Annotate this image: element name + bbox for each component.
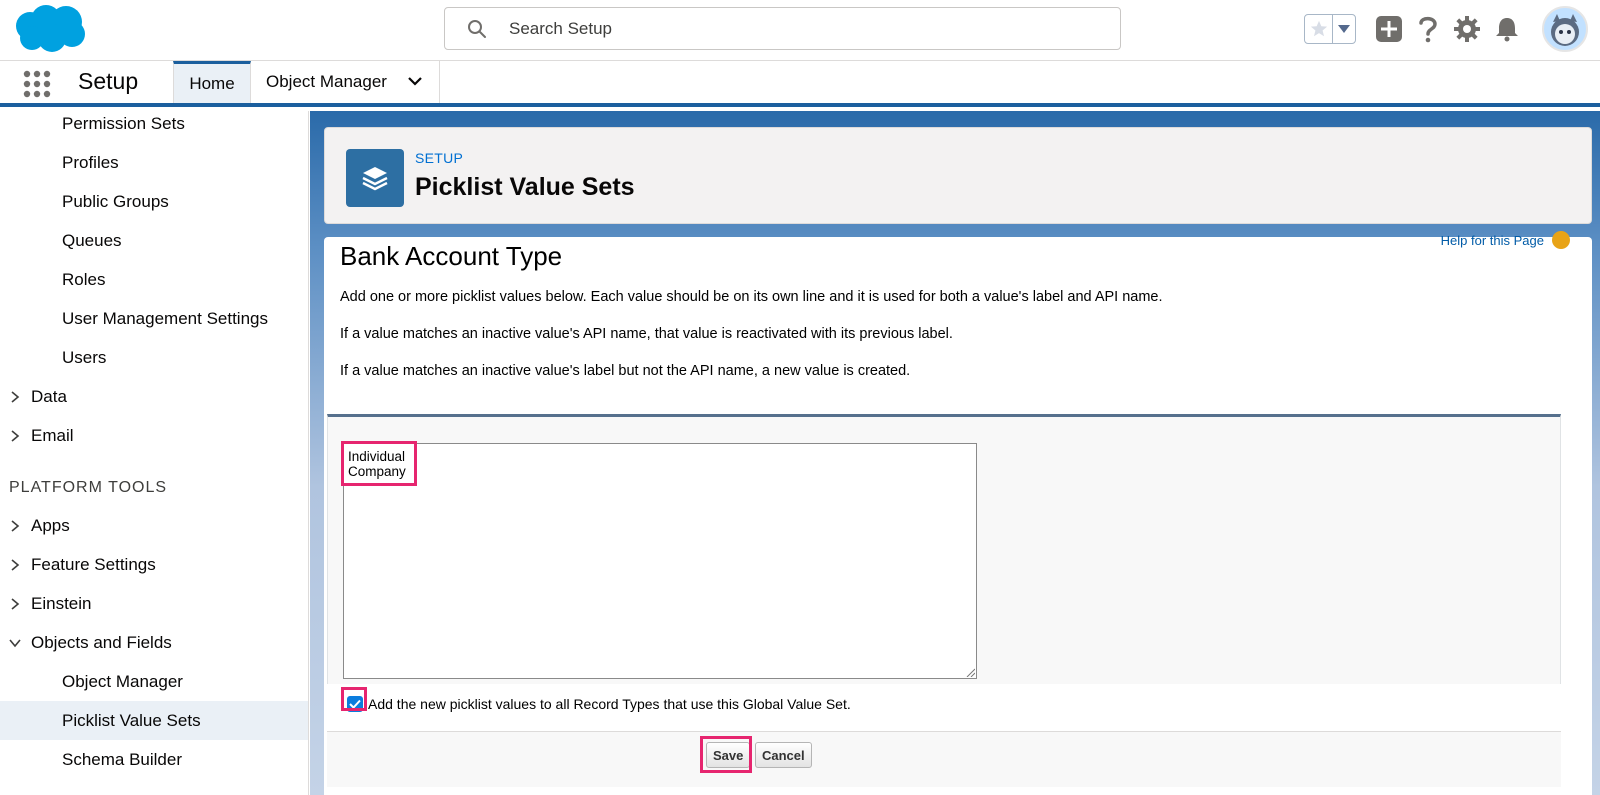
- search-input[interactable]: [509, 8, 1109, 49]
- favorites-caret-icon[interactable]: [1333, 15, 1355, 43]
- tab-object-manager-label: Object Manager: [266, 72, 387, 91]
- picklist-values-textarea[interactable]: Individual Company: [343, 443, 977, 679]
- content-area: SETUP Picklist Value Sets Bank Account T…: [310, 111, 1600, 795]
- app-name: Setup: [78, 68, 139, 94]
- search-box[interactable]: [444, 7, 1121, 50]
- values-highlight-box: [341, 441, 417, 486]
- sidebar-item-label: Queues: [62, 230, 122, 250]
- sidebar-item-apps[interactable]: Apps: [0, 506, 308, 545]
- chevron-right-icon[interactable]: [8, 390, 22, 404]
- sidebar-item-schema-builder[interactable]: Schema Builder: [0, 740, 308, 779]
- save-highlight-box: [700, 736, 752, 773]
- sidebar-item-public-groups[interactable]: Public Groups: [0, 182, 308, 221]
- tab-home[interactable]: Home: [173, 61, 251, 103]
- checkbox-highlight-box: [341, 687, 367, 711]
- user-avatar[interactable]: [1542, 6, 1588, 52]
- chevron-right-icon[interactable]: [8, 429, 22, 443]
- sidebar-item-label: Picklist Value Sets: [62, 710, 201, 730]
- sidebar-item-label: Objects and Fields: [31, 632, 172, 652]
- sidebar-item-label: Profiles: [62, 152, 119, 172]
- global-add-icon[interactable]: [1374, 14, 1404, 44]
- chevron-down-icon[interactable]: [407, 75, 423, 87]
- notifications-bell-icon[interactable]: [1492, 14, 1522, 44]
- sidebar-item-label: Roles: [62, 269, 106, 289]
- app-launcher-icon[interactable]: [22, 69, 52, 99]
- setup-sidebar: Permission Sets Profiles Public Groups Q…: [0, 111, 309, 795]
- resize-handle-icon[interactable]: [965, 667, 975, 677]
- sidebar-item-permission-sets[interactable]: Permission Sets: [0, 111, 308, 143]
- sidebar-item-users[interactable]: Users: [0, 338, 308, 377]
- picklist-entry-form: Individual Company Add the new picklist …: [327, 414, 1561, 712]
- sidebar-item-objects-and-fields[interactable]: Objects and Fields: [0, 623, 308, 662]
- sidebar-item-label: Einstein: [31, 593, 92, 613]
- chevron-right-icon[interactable]: [8, 519, 22, 533]
- tab-home-label: Home: [189, 73, 235, 93]
- salesforce-cloud-logo[interactable]: [14, 4, 86, 54]
- sidebar-item-label: Apps: [31, 515, 70, 535]
- sidebar-item-feature-settings[interactable]: Feature Settings: [0, 545, 308, 584]
- record-types-checkbox-row: Add the new picklist values to all Recor…: [343, 693, 851, 715]
- page-header: SETUP Picklist Value Sets: [324, 127, 1592, 224]
- app-navigation-bar: Setup Home Object Manager: [0, 61, 1600, 107]
- page-eyebrow[interactable]: SETUP: [415, 150, 463, 166]
- sidebar-item-label: User Management Settings: [62, 308, 268, 328]
- instruction-text-2: If a value matches an inactive value's A…: [340, 326, 953, 342]
- stacked-layers-icon: [346, 149, 404, 207]
- sidebar-item-roles[interactable]: Roles: [0, 260, 308, 299]
- sidebar-item-label: Permission Sets: [62, 113, 185, 133]
- sidebar-item-label: Object Manager: [62, 671, 183, 691]
- cancel-button[interactable]: Cancel: [755, 742, 812, 768]
- chevron-right-icon[interactable]: [8, 558, 22, 572]
- favorites-control[interactable]: [1304, 14, 1356, 44]
- help-question-icon[interactable]: [1552, 231, 1570, 249]
- sidebar-item-queues[interactable]: Queues: [0, 221, 308, 260]
- tab-object-manager[interactable]: Object Manager: [251, 61, 440, 103]
- help-icon[interactable]: [1413, 14, 1443, 44]
- help-for-this-page-link[interactable]: Help for this Page: [1441, 233, 1544, 248]
- record-types-checkbox-label: Add the new picklist values to all Recor…: [368, 696, 851, 712]
- setup-gear-icon[interactable]: [1452, 14, 1482, 44]
- sidebar-item-label: Schema Builder: [62, 749, 183, 769]
- sidebar-item-picklist-value-sets[interactable]: Picklist Value Sets: [0, 701, 308, 740]
- sidebar-item-email[interactable]: Email: [0, 416, 308, 455]
- picklist-set-title: Bank Account Type: [340, 241, 563, 271]
- sidebar-item-object-manager[interactable]: Object Manager: [0, 662, 308, 701]
- sidebar-item-user-management-settings[interactable]: User Management Settings: [0, 299, 308, 338]
- sidebar-item-label: Email: [31, 425, 74, 445]
- favorites-star-icon[interactable]: [1305, 15, 1334, 43]
- sidebar-item-data[interactable]: Data: [0, 377, 308, 416]
- sidebar-section-platform-tools: PLATFORM TOOLS: [9, 479, 168, 496]
- button-bar: Save Cancel: [327, 731, 1561, 787]
- sidebar-item-label: Public Groups: [62, 191, 169, 211]
- instruction-text-3: If a value matches an inactive value's l…: [340, 363, 911, 379]
- sidebar-item-einstein[interactable]: Einstein: [0, 584, 308, 623]
- chevron-right-icon[interactable]: [8, 597, 22, 611]
- page-title: Picklist Value Sets: [415, 173, 635, 201]
- sidebar-item-profiles[interactable]: Profiles: [0, 143, 308, 182]
- global-header: [0, 0, 1600, 61]
- chevron-down-icon[interactable]: [8, 636, 22, 650]
- sidebar-item-label: Data: [31, 386, 67, 406]
- search-icon: [468, 20, 486, 38]
- sidebar-item-label: Feature Settings: [31, 554, 156, 574]
- sidebar-item-label: Users: [62, 347, 107, 367]
- instruction-text-1: Add one or more picklist values below. E…: [340, 289, 1163, 305]
